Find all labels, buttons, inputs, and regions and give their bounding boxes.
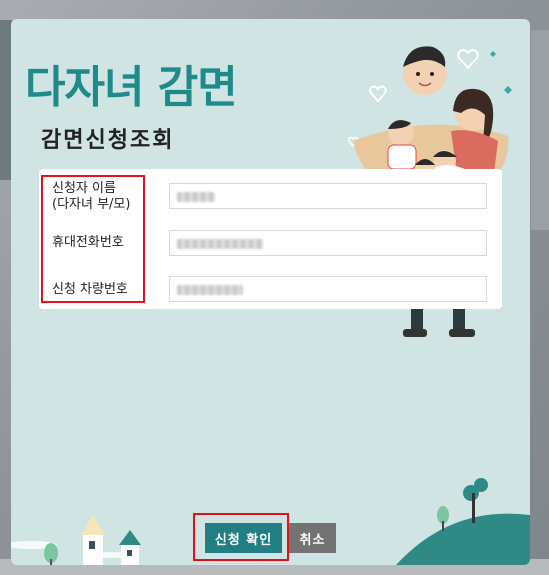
- heart-icon: [490, 51, 496, 57]
- heart-icon: [457, 49, 479, 70]
- heart-icon: [504, 86, 512, 94]
- redacted-value: [177, 285, 243, 295]
- modal-title: 다자녀 감면: [25, 62, 238, 113]
- cancel-button[interactable]: 취소: [289, 523, 336, 553]
- phone-number-label: 휴대전화번호: [52, 235, 124, 250]
- applicant-name-label-line1: 신청자 이름: [52, 181, 116, 196]
- heart-icon: [369, 85, 387, 103]
- house-icon: [119, 530, 141, 565]
- redacted-value: [177, 239, 263, 249]
- house-icon: [81, 515, 105, 565]
- discount-lookup-modal: 다자녀 감면 감면신청조회 신청자 이름 (다자녀 부/모) 휴대전화번호 신청…: [11, 19, 530, 565]
- applicant-name-label-line2: (다자녀 부/모): [52, 197, 131, 212]
- backdrop-shape: [531, 30, 549, 230]
- applicant-name-input[interactable]: [169, 183, 487, 209]
- vehicle-number-label: 신청 차량번호: [52, 282, 128, 297]
- confirm-application-button[interactable]: 신청 확인: [205, 523, 282, 553]
- tree-icon: [44, 543, 58, 565]
- redacted-value: [177, 192, 215, 202]
- modal-subtitle: 감면신청조회: [41, 128, 175, 153]
- applicant-name-label: 신청자 이름 (다자녀 부/모): [52, 181, 130, 213]
